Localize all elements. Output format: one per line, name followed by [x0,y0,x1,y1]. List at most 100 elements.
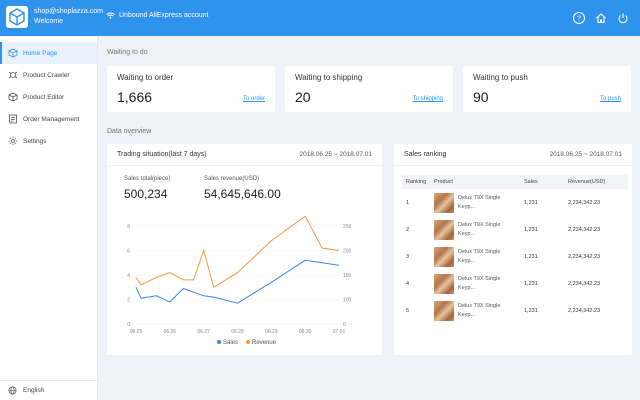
sidebar-item-product-editor[interactable]: Product Editor [0,86,97,108]
col-revenue: Revenue(USD) [564,175,628,189]
help-icon[interactable]: ? [572,11,586,25]
language-label: English [23,387,45,394]
table-row[interactable]: 4 Delux T9X Single Keyp... 1,231 2,234,342.2… [402,270,628,297]
todo-card-value: 1,666 [117,89,153,105]
todo-card-title: Waiting to push [473,73,528,82]
rank-cell: 2 [406,226,410,233]
crawler-icon [8,71,18,79]
col-ranking: Ranking [402,175,430,189]
sales-cell: 1,231 [524,226,538,233]
sidebar-item-label: Product Editor [23,93,65,101]
product-name-line1: Delux T9X Single [458,221,501,228]
rank-cell: 5 [406,307,410,314]
y-left-tick-label: 2 [127,298,130,304]
gear-icon [8,136,18,146]
product-cell[interactable]: Delux T9X Single Keyp... [430,216,520,243]
to-order-link[interactable]: To order [243,96,265,102]
product-thumbnail[interactable] [434,192,454,213]
sidebar: Home Page Product Crawler Product Editor… [0,36,98,400]
sales-cell: 1,231 [524,280,538,287]
to-push-link[interactable]: To push [600,96,621,102]
product-name-line1: Delux T9X Single [458,248,501,255]
product-cell[interactable]: Delux T9X Single Keyp... [430,297,520,324]
home-icon[interactable] [594,11,608,25]
account-info[interactable]: shop@shoplazza.com Welcome [34,7,103,27]
x-tick-label: 06.26 [164,329,177,335]
trading-situation-card: Trading situation(last 7 days) 2018.06.2… [107,144,382,355]
logo-cube-icon [9,8,25,26]
product-name-line1: Delux T9X Single [458,275,501,282]
unbound-text: Unbound AliExpress account [119,12,209,19]
table-row[interactable]: 5 Delux T9X Single Keyp... 1,231 2,234,342.2… [402,297,628,324]
ranking-card-title: Sales ranking [404,151,447,158]
rank-cell: 4 [406,280,410,287]
order-icon [9,114,17,124]
sidebar-item-home[interactable]: Home Page [0,42,97,64]
sidebar-item-order-management[interactable]: Order Management [0,108,97,130]
power-icon[interactable] [616,11,630,25]
series-line-sales [135,259,340,304]
y-right-tick-label: 100 [343,298,352,304]
todo-card-push: Waiting to push 90 To push [463,66,631,112]
product-cell[interactable]: Delux T9X Single Keyp... [430,270,520,297]
product-cell[interactable]: Delux T9X Single Keyp... [430,243,520,270]
product-thumbnail[interactable] [434,246,454,267]
chart-legend: Sales Revenue [217,340,276,346]
y-left-tick-label: 4 [127,273,130,279]
table-row[interactable]: 3 Delux T9X Single Keyp... 1,231 2,234,342.2… [402,243,628,270]
language-selector[interactable]: English [0,380,97,400]
wifi-icon [106,12,115,19]
product-thumbnail[interactable] [434,273,454,294]
table-row[interactable]: 2 Delux T9X Single Keyp... 1,231 2,234,342.2… [402,216,628,243]
legend-item-sales[interactable]: Sales [217,340,238,346]
y-left-tick-label: 8 [127,224,130,230]
ranking-date-range[interactable]: 2018.06.25 ~ 2018.07.01 [550,151,622,158]
product-name-line2: Keyp... [458,203,476,210]
sidebar-item-product-crawler[interactable]: Product Crawler [0,64,97,86]
revenue-cell: 2,234,342.23 [568,199,601,206]
series-line-revenue [135,215,340,289]
x-tick-label: 06.25 [130,329,143,335]
x-tick-label: 07.01 [333,329,346,335]
x-tick-label: 06.30 [299,329,312,335]
rank-cell: 3 [406,253,410,260]
legend-item-revenue[interactable]: Revenue [246,340,276,346]
todo-card-order: Waiting to order 1,666 To order [107,66,275,112]
product-thumbnail[interactable] [434,300,454,321]
sales-ranking-table: Ranking Product Sales Revenue(USD) 1 Delu… [402,175,628,324]
to-shipping-link[interactable]: To shipping [413,96,443,102]
sales-ranking-card: Sales ranking 2018.06.25 ~ 2018.07.01 Ra… [394,144,632,355]
sales-cell: 1,231 [524,307,538,314]
trading-line-chart: 0 2 4 6 8 0 100 150 200 250 06.25 06.26 06.27 06.28… [127,215,352,335]
y-right-tick-label: 200 [343,249,352,255]
x-tick-label: 06.27 [197,329,210,335]
y-left-tick-label: 0 [127,322,130,328]
sales-cell: 1,231 [524,253,538,260]
product-name-line2: Keyp... [458,230,476,237]
account-welcome: Welcome [34,18,64,25]
product-thumbnail[interactable] [434,219,454,240]
product-name-line2: Keyp... [458,284,476,291]
col-sales: Sales [520,175,564,189]
editor-icon [8,92,18,102]
y-right-tick-label: 0 [343,322,346,328]
ranking-card-header: Sales ranking 2018.06.25 ~ 2018.07.01 [394,144,632,166]
product-name-line2: Keyp... [458,257,476,264]
sidebar-item-label: Product Crawler [23,71,70,79]
svg-text:?: ? [577,16,581,23]
product-name-line1: Delux T9X Single [458,194,501,201]
product-cell[interactable]: Delux T9X Single Keyp... [430,189,520,216]
unbound-account-link[interactable]: Unbound AliExpress account [106,12,209,19]
cube-icon [8,48,18,58]
globe-icon [8,386,17,395]
sidebar-nav: Home Page Product Crawler Product Editor… [0,36,97,152]
sidebar-item-settings[interactable]: Settings [0,130,97,152]
table-row[interactable]: 1 Delux T9X Single Keyp... 1,231 2,234,342.2… [402,189,628,216]
sidebar-item-label: Home Page [23,49,58,57]
y-right-tick-label: 250 [343,224,352,230]
top-header: shop@shoplazza.com Welcome Unbound AliEx… [0,0,640,36]
y-right-tick-label: 150 [343,273,352,279]
x-tick-label: 06.29 [265,329,278,335]
app-logo [6,6,28,28]
section-title-waiting: Waiting to do [107,49,148,56]
